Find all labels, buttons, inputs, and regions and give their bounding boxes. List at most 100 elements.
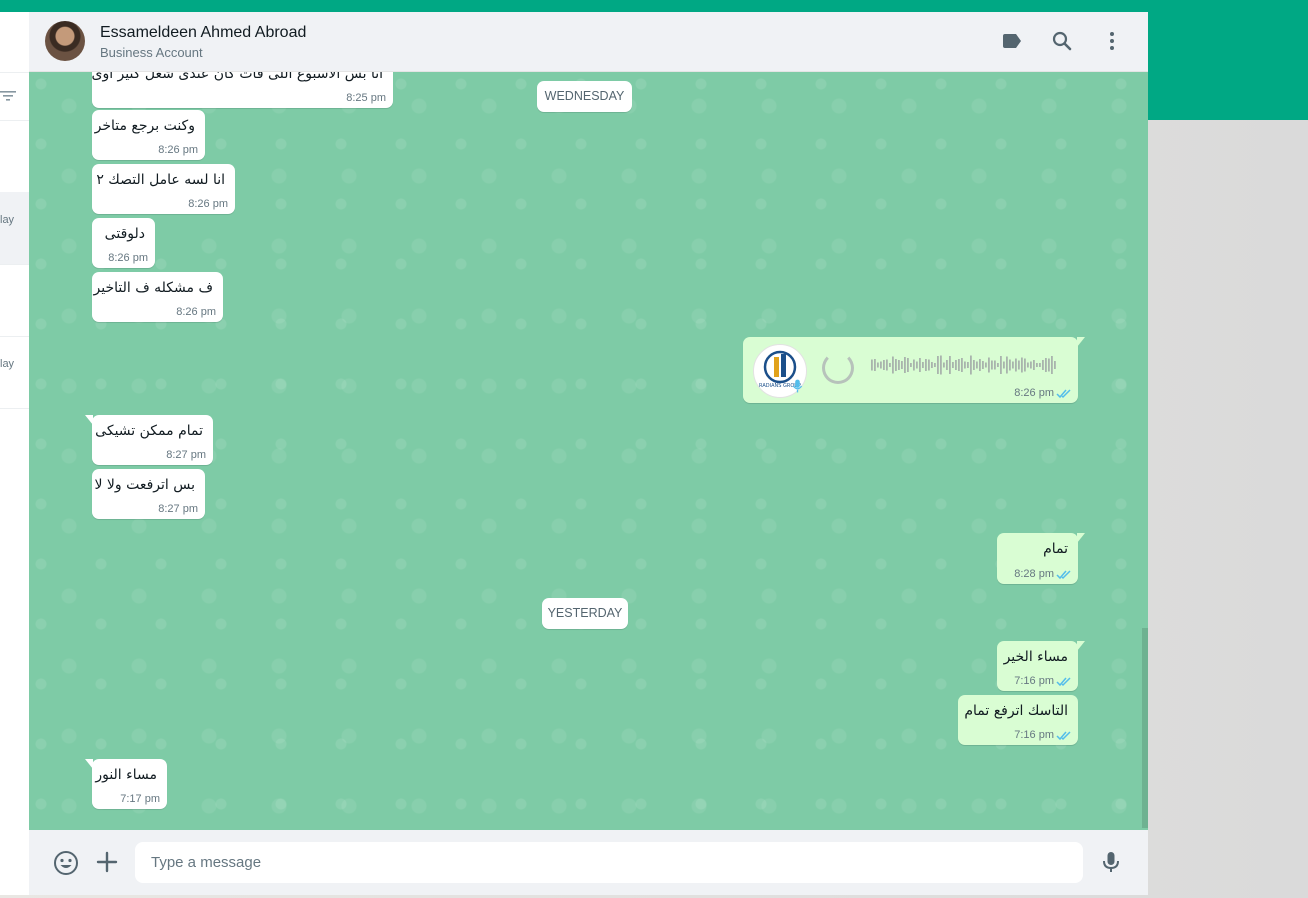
message-time: 8:27 pm [158,503,198,515]
chat-list-item[interactable] [0,120,29,193]
waveform-bar [937,356,939,374]
waveform-bar [913,359,915,371]
chat-header: Essameldeen Ahmed Abroad Business Accoun… [29,12,1148,72]
message-bubble-incoming[interactable]: ف مشكله ف التاخير 8:26 pm [92,272,223,322]
waveform-bar [988,357,990,373]
waveform-bar [991,360,993,370]
waveform-bar [982,361,984,369]
waveform-bar [1000,356,1002,374]
message-text: التاسك اترفع تمام [964,703,1068,719]
message-time: 8:26 pm [176,306,216,318]
message-text: دلوقتى [104,226,145,242]
audio-waveform[interactable] [871,353,1057,377]
waveform-bar [1006,356,1008,374]
waveform-bar [946,360,948,370]
waveform-bar [961,358,963,372]
message-text: تمام [1043,541,1068,557]
waveform-bar [934,363,936,367]
waveform-bar [871,359,873,371]
waveform-bar [973,360,975,370]
search-icon[interactable] [1050,29,1074,53]
message-bubble-incoming[interactable]: انا لسه عامل التصك ٢ 8:26 pm [92,164,235,214]
label-icon[interactable] [1000,29,1024,53]
waveform-bar [967,362,969,368]
chat-scrollbar[interactable] [1142,628,1148,828]
double-check-icon [1056,677,1071,687]
voice-sender-avatar: RADIANS GROUP [753,344,807,398]
message-time: 8:26 pm [158,144,198,156]
attach-plus-icon[interactable] [95,850,119,874]
message-text: مساء الخير [1003,649,1068,665]
date-chip-wednesday: WEDNESDAY [537,81,632,112]
chat-list-item[interactable] [0,264,29,337]
message-input[interactable] [135,842,1083,883]
chat-panel[interactable]: WEDNESDAY انا بس الاسبوع اللى فات كان عن… [29,72,1148,830]
waveform-bar [979,359,981,371]
message-bubble-incoming[interactable]: دلوقتى 8:26 pm [92,218,155,268]
waveform-bar [994,360,996,370]
waveform-bar [892,356,894,374]
message-time: 8:28 pm [1014,568,1054,580]
message-text: ف مشكله ف التاخير [93,280,214,296]
waveform-bar [1015,358,1017,372]
message-text: وكنت برجع متاخر [94,118,195,134]
waveform-bar [952,362,954,368]
voice-message-bubble[interactable]: RADIANS GROUP 8:26 pm [743,337,1085,403]
waveform-bar [919,358,921,372]
sidebar-header [0,12,29,73]
waveform-bar [1018,360,1020,370]
waveform-bar [928,359,930,371]
waveform-bar [1042,360,1044,370]
chat-list-item-active[interactable]: lay [0,192,29,265]
waveform-bar [1030,361,1032,369]
waveform-bar [1024,358,1026,372]
contact-name[interactable]: Essameldeen Ahmed Abroad [100,24,306,42]
message-bubble-incoming[interactable]: وكنت برجع متاخر 8:26 pm [92,110,205,160]
message-time: 8:26 pm [1014,387,1054,399]
contact-avatar[interactable] [45,21,85,61]
message-bubble-incoming[interactable]: تمام ممكن تشيكى 8:27 pm [85,415,213,465]
message-text: مساء النور [95,767,157,783]
waveform-bar [958,359,960,371]
waveform-bar [895,359,897,371]
waveform-bar [1048,358,1050,372]
double-check-icon [1056,731,1071,741]
microphone-icon[interactable] [1099,850,1123,874]
waveform-bar [874,359,876,371]
message-text: انا بس الاسبوع اللى فات كان عندى شغل كتي… [91,72,384,82]
emoji-icon[interactable] [53,850,79,876]
sidebar-filter-row [0,72,29,121]
message-bubble-outgoing[interactable]: التاسك اترفع تمام 7:16 pm [958,695,1078,745]
menu-dots-icon[interactable] [1100,29,1124,53]
chat-list-item-day: lay [0,214,15,226]
waveform-bar [901,361,903,369]
waveform-bar [976,361,978,369]
waveform-bar [985,362,987,368]
waveform-bar [925,359,927,371]
waveform-bar [1009,359,1011,371]
double-check-icon [1056,570,1071,580]
bubble-tail [85,415,93,425]
waveform-bar [997,363,999,367]
message-bubble-outgoing[interactable]: تمام 8:28 pm [997,533,1085,584]
waveform-bar [1021,357,1023,373]
message-time: 8:26 pm [188,198,228,210]
chat-list-item[interactable]: lay [0,336,29,409]
waveform-bar [877,362,879,368]
chat-list-item-day: lay [0,358,15,370]
message-time: 7:17 pm [120,793,160,805]
message-bubble-incoming[interactable]: انا بس الاسبوع اللى فات كان عندى شغل كتي… [92,72,393,108]
waveform-bar [1051,356,1053,374]
message-text: بس اترفعت ولا لا [94,477,195,493]
bubble-tail [1077,533,1085,543]
message-bubble-incoming[interactable]: بس اترفعت ولا لا 8:27 pm [92,469,205,519]
message-bubble-incoming[interactable]: مساء النور 7:17 pm [85,759,167,809]
waveform-bar [922,362,924,368]
waveform-bar [931,362,933,368]
waveform-bar [955,360,957,370]
message-bubble-outgoing[interactable]: مساء الخير 7:16 pm [997,641,1085,691]
waveform-bar [970,355,972,375]
waveform-bar [1033,360,1035,370]
loading-spinner [822,352,854,384]
chat-list-sidebar: lay lay [0,12,30,895]
